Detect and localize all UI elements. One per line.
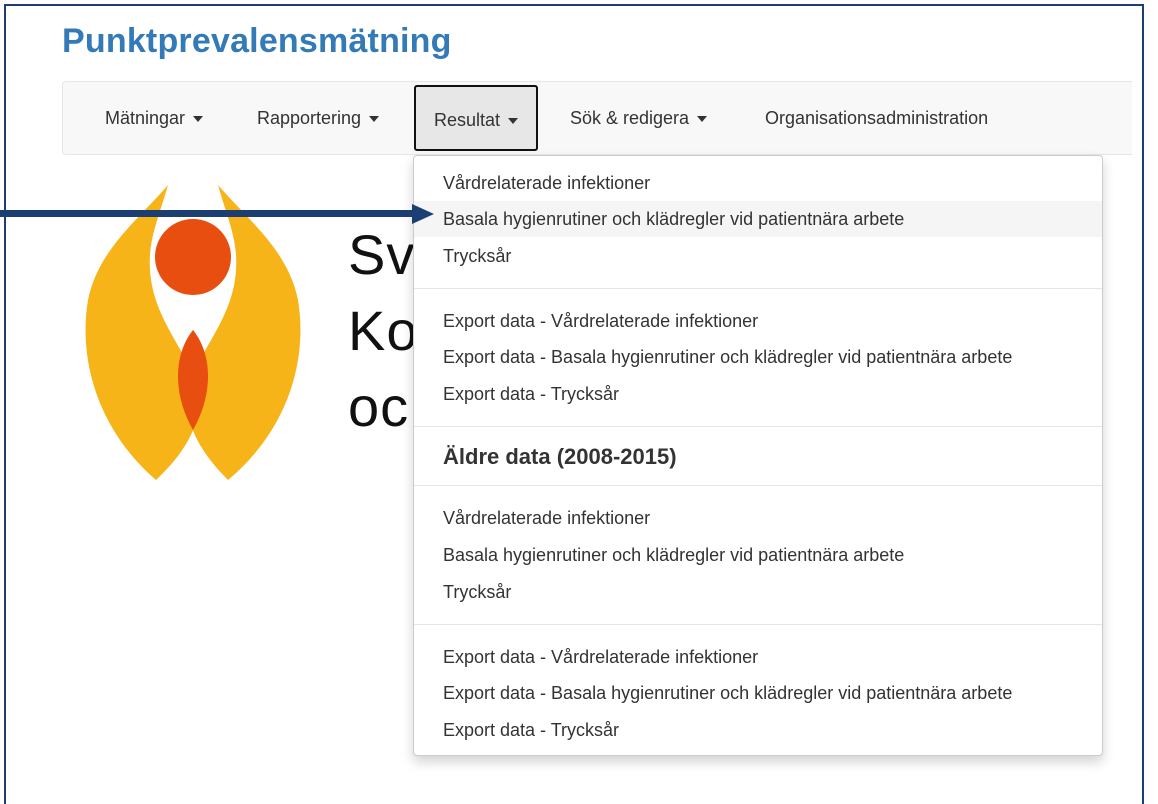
app-title[interactable]: Punktprevalensmätning bbox=[62, 22, 452, 61]
caret-down-icon bbox=[193, 116, 204, 123]
nav-resultat-label: Resultat bbox=[434, 110, 501, 130]
caret-down-icon bbox=[697, 116, 708, 123]
nav-organisationsadministration[interactable]: Organisationsadministration bbox=[765, 82, 988, 154]
menu-item-export-basala-hygienrutiner[interactable]: Export data - Basala hygienrutiner och k… bbox=[414, 339, 1102, 375]
menu-header-aldre-data: Äldre data (2008-2015) bbox=[443, 444, 677, 469]
caret-down-icon bbox=[369, 116, 380, 123]
annotation-arrow-shaft bbox=[0, 210, 414, 217]
nav-rapportering[interactable]: Rapportering bbox=[257, 82, 380, 154]
menu-item-export-trycksar[interactable]: Export data - Trycksår bbox=[414, 376, 1102, 412]
menu-item-old-basala-hygienrutiner[interactable]: Basala hygienrutiner och klädregler vid … bbox=[414, 537, 1102, 573]
menu-divider bbox=[414, 288, 1102, 289]
menu-divider bbox=[414, 426, 1102, 427]
nav-matningar[interactable]: Mätningar bbox=[105, 82, 204, 154]
nav-matningar-label: Mätningar bbox=[105, 108, 186, 128]
caret-down-icon bbox=[508, 118, 519, 125]
menu-item-vri[interactable]: Vårdrelaterade infektioner bbox=[414, 165, 1102, 201]
background-text-line-2: Ko bbox=[348, 299, 419, 362]
menu-item-export-vri[interactable]: Export data - Vårdrelaterade infektioner bbox=[414, 303, 1102, 339]
resultat-dropdown-menu: Vårdrelaterade infektioner Basala hygien… bbox=[413, 155, 1103, 756]
background-text-line-1: Sv bbox=[348, 223, 416, 286]
annotation-arrow-icon bbox=[412, 204, 434, 224]
background-text-line-3: oc bbox=[348, 375, 410, 438]
nav-sok-redigera[interactable]: Sök & redigera bbox=[570, 82, 708, 154]
menu-divider bbox=[414, 624, 1102, 625]
menu-item-old-trycksar[interactable]: Trycksår bbox=[414, 574, 1102, 610]
menu-item-old-export-trycksar[interactable]: Export data - Trycksår bbox=[414, 712, 1102, 748]
nav-organisationsadministration-label: Organisationsadministration bbox=[765, 108, 989, 128]
menu-item-old-vri[interactable]: Vårdrelaterade infektioner bbox=[414, 500, 1102, 536]
organisation-logo bbox=[85, 185, 301, 480]
navbar: Mätningar Rapportering Resultat Sök & re… bbox=[62, 81, 1132, 155]
menu-item-basala-hygienrutiner[interactable]: Basala hygienrutiner och klädregler vid … bbox=[414, 201, 1102, 237]
nav-sok-redigera-label: Sök & redigera bbox=[570, 108, 690, 128]
menu-item-trycksar[interactable]: Trycksår bbox=[414, 238, 1102, 274]
logo-circle bbox=[155, 219, 231, 295]
menu-item-old-export-basala-hygienrutiner[interactable]: Export data - Basala hygienrutiner och k… bbox=[414, 675, 1102, 711]
menu-item-old-export-vri[interactable]: Export data - Vårdrelaterade infektioner bbox=[414, 639, 1102, 675]
nav-resultat[interactable]: Resultat bbox=[414, 85, 539, 151]
menu-divider bbox=[414, 485, 1102, 486]
nav-rapportering-label: Rapportering bbox=[257, 108, 362, 128]
